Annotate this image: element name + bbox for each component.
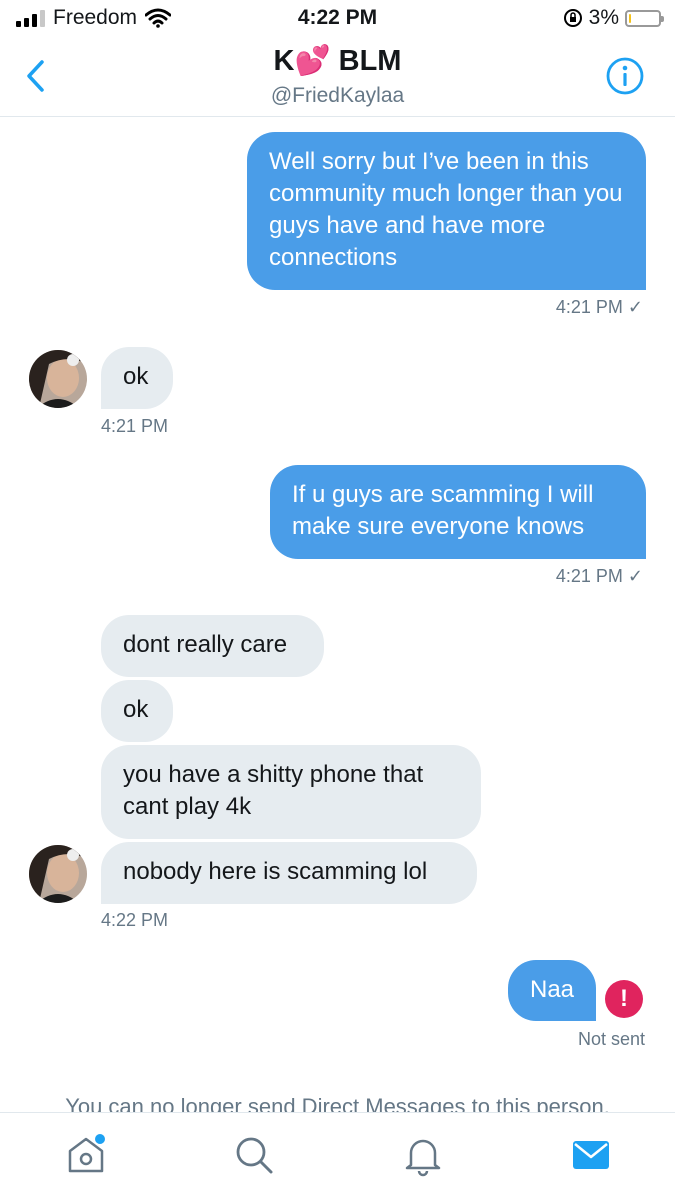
avatar[interactable] [29, 350, 87, 408]
outgoing-message[interactable]: If u guys are scamming I will make sure … [270, 465, 646, 559]
battery-icon [625, 9, 664, 27]
message-timestamp: 4:21 PM ✓ [555, 566, 643, 586]
info-icon[interactable] [605, 56, 645, 96]
bell-icon[interactable] [401, 1133, 445, 1177]
message-timestamp: 4:21 PM [101, 416, 169, 436]
status-bar: Freedom 4:22 PM 3% [0, 0, 675, 38]
not-sent-label: Not sent [577, 1029, 645, 1049]
incoming-message[interactable]: nobody here is scamming lol [101, 842, 477, 904]
unsent-message[interactable]: Naa [508, 960, 596, 1021]
conversation-handle: @FriedKaylaa [270, 84, 405, 107]
incoming-message[interactable]: ok [101, 347, 173, 409]
home-icon[interactable] [64, 1133, 108, 1177]
conversation-header: K💕 BLM @FriedKaylaa [0, 38, 675, 117]
search-icon[interactable] [232, 1133, 276, 1177]
avatar[interactable] [29, 845, 87, 903]
incoming-message[interactable]: dont really care [101, 615, 324, 677]
mail-icon[interactable] [569, 1133, 613, 1177]
message-timestamp: 4:21 PM ✓ [555, 297, 643, 317]
conversation-title: K💕 BLM [273, 45, 402, 77]
incoming-message[interactable]: ok [101, 680, 173, 742]
tab-bar [0, 1112, 675, 1201]
battery-percent: 3% [588, 6, 619, 29]
incoming-message[interactable]: you have a shitty phone that cant play 4… [101, 745, 481, 839]
message-timestamp: 4:22 PM [101, 910, 169, 930]
orientation-lock-icon [563, 9, 582, 27]
battery-group: 3% [563, 6, 664, 30]
error-icon[interactable]: ! [605, 980, 643, 1018]
outgoing-message[interactable]: Well sorry but I’ve been in this communi… [247, 132, 646, 290]
